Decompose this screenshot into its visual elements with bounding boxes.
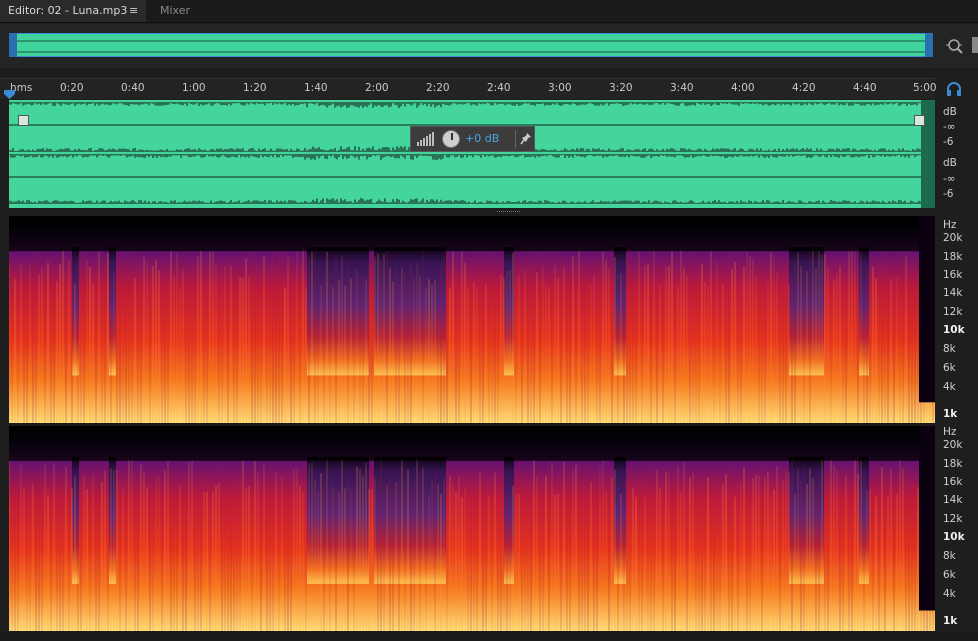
tab-mixer-label: Mixer	[160, 4, 191, 17]
db-label: dB	[943, 157, 957, 169]
hz-label: 14k	[943, 287, 963, 299]
ruler-label: 3:00	[548, 82, 572, 94]
spectrogram-graphic	[9, 216, 935, 423]
hz-label: 6k	[943, 569, 956, 581]
amplitude-ruler: dB -∞ -6 dB -∞ -6	[935, 100, 978, 208]
db-label: -∞	[943, 173, 956, 185]
ruler-label: 1:20	[243, 82, 267, 94]
tab-editor[interactable]: Editor: 02 - Luna.mp3 ≡	[0, 0, 146, 22]
ruler-label: 3:40	[670, 82, 694, 94]
db-label: -∞	[943, 121, 956, 133]
hz-label: 4k	[943, 588, 956, 600]
hz-label: 12k	[943, 306, 963, 318]
panel-collapse-icon[interactable]	[972, 37, 978, 53]
hz-label: 10k	[943, 324, 965, 336]
waveform-graphic	[9, 100, 935, 208]
level-meter-icon	[417, 132, 434, 146]
hz-label: 1k	[943, 615, 958, 627]
tab-editor-label: Editor: 02 - Luna.mp3	[8, 4, 128, 17]
tab-mixer[interactable]: Mixer	[152, 0, 202, 22]
playhead-marker-icon[interactable]	[4, 90, 15, 99]
ruler-label: 4:20	[792, 82, 816, 94]
spectrogram-graphic	[9, 426, 935, 631]
hz-label: 12k	[943, 513, 963, 525]
pin-icon[interactable]	[519, 131, 533, 147]
hz-label: 6k	[943, 362, 956, 374]
hz-label: 1k	[943, 408, 958, 420]
fade-out-handle[interactable]	[914, 115, 925, 126]
db-label: -6	[943, 188, 954, 200]
hz-label: 16k	[943, 269, 963, 281]
hz-label: 18k	[943, 251, 963, 263]
volume-hud[interactable]: +0 dB	[410, 126, 535, 152]
ruler-label: 2:40	[487, 82, 511, 94]
ruler-label: 0:20	[60, 82, 84, 94]
ruler-label: 4:00	[731, 82, 755, 94]
ruler-label: 4:40	[853, 82, 877, 94]
overview-handle-left[interactable]	[9, 33, 17, 57]
hz-label: 14k	[943, 494, 963, 506]
hz-label: 8k	[943, 550, 956, 562]
spectral-quiet-band	[109, 456, 116, 584]
ruler-label: 1:40	[304, 82, 328, 94]
spectral-tail	[919, 216, 935, 403]
spectral-display-right[interactable]	[9, 426, 935, 631]
overview-handle-right[interactable]	[925, 33, 933, 57]
db-label: -6	[943, 136, 954, 148]
hz-label: 18k	[943, 458, 963, 470]
zoom-selection-icon[interactable]	[946, 37, 964, 55]
tab-menu-icon[interactable]: ≡	[129, 0, 138, 22]
tab-bar: Editor: 02 - Luna.mp3 ≡ Mixer	[0, 0, 978, 23]
panel-divider-grip[interactable]	[497, 210, 521, 213]
ruler-label: 0:40	[121, 82, 145, 94]
hz-unit: Hz	[943, 219, 957, 231]
headphones-icon[interactable]	[946, 82, 962, 96]
waveform-display[interactable]	[9, 100, 935, 208]
status-strip	[0, 631, 978, 641]
spectral-display-left[interactable]	[9, 216, 935, 423]
hz-unit: Hz	[943, 426, 957, 438]
volume-value[interactable]: +0 dB	[465, 132, 499, 145]
hz-label: 16k	[943, 476, 963, 488]
hud-divider	[515, 130, 516, 148]
overview-waveform[interactable]	[9, 33, 933, 57]
volume-knob[interactable]	[442, 130, 460, 148]
overview-waveform-graphic	[10, 40, 932, 53]
hz-label: 20k	[943, 232, 963, 244]
ruler-label: 1:00	[182, 82, 206, 94]
hz-label: 8k	[943, 343, 956, 355]
hz-label: 10k	[943, 531, 965, 543]
spectral-tail	[919, 426, 935, 611]
frequency-ruler-left: Hz 20k 18k 16k 14k 12k 10k 8k 6k 4k 1k	[935, 216, 978, 423]
ruler-label: 5:00	[913, 82, 937, 94]
spectral-cutoff	[9, 426, 935, 461]
fade-in-handle[interactable]	[18, 115, 29, 126]
time-ruler[interactable]: hms 0:20 0:40 1:00 1:20 1:40 2:00 2:20 2…	[0, 78, 937, 99]
ruler-label: 2:00	[365, 82, 389, 94]
ruler-label: 3:20	[609, 82, 633, 94]
hz-label: 4k	[943, 381, 956, 393]
ruler-label: 2:20	[426, 82, 450, 94]
frequency-ruler-right: Hz 20k 18k 16k 14k 12k 10k 8k 6k 4k 1k	[935, 426, 978, 631]
spectral-quiet-band	[109, 247, 116, 376]
hz-label: 20k	[943, 439, 963, 451]
db-label: dB	[943, 106, 957, 118]
spectral-cutoff	[9, 216, 935, 252]
